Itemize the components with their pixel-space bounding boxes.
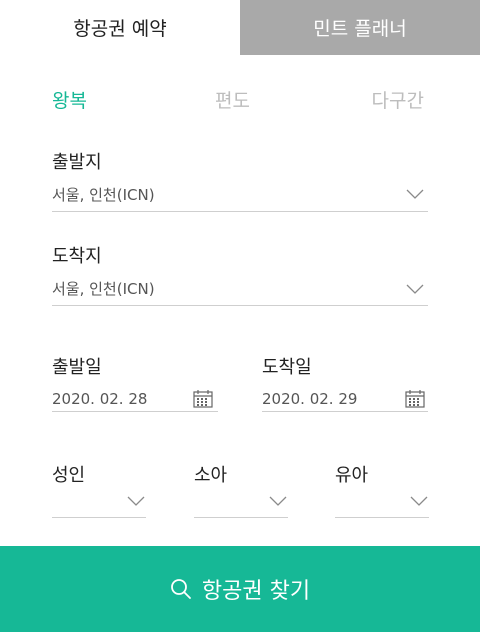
search-button-label: 항공권 찾기 [201, 579, 311, 604]
tab-flight-booking[interactable]: 항공권 예약 [0, 0, 240, 55]
chevron-down-icon[interactable] [127, 496, 145, 506]
infant-select-underline[interactable] [335, 517, 429, 518]
child-select-underline[interactable] [194, 517, 288, 518]
arrival-underline [52, 305, 428, 306]
infant-label: 유아 [335, 465, 369, 486]
calendar-icon[interactable] [405, 389, 425, 408]
departure-label: 출발지 [52, 152, 102, 173]
arrival-label: 도착지 [52, 246, 102, 267]
trip-type-multi[interactable]: 다구간 [372, 86, 424, 113]
chevron-down-icon[interactable] [406, 189, 424, 199]
chevron-down-icon[interactable] [406, 284, 424, 294]
arrive-date-underline [262, 411, 428, 412]
chevron-down-icon[interactable] [269, 496, 287, 506]
calendar-icon[interactable] [193, 389, 213, 408]
trip-type-selector: 왕복 편도 다구간 [52, 86, 424, 112]
depart-date-label: 출발일 [52, 357, 102, 378]
arrive-date-value[interactable]: 2020. 02. 29 [262, 390, 357, 408]
chevron-down-icon[interactable] [410, 496, 428, 506]
arrive-date-label: 도착일 [262, 357, 312, 378]
trip-type-oneway[interactable]: 편도 [215, 86, 250, 113]
departure-underline [52, 211, 428, 212]
adult-label: 성인 [52, 465, 86, 486]
booking-tabs: 항공권 예약 민트 플래너 [0, 0, 480, 55]
child-label: 소아 [194, 465, 228, 486]
departure-value[interactable]: 서울, 인천(ICN) [52, 184, 155, 205]
depart-date-value[interactable]: 2020. 02. 28 [52, 390, 147, 408]
search-flights-button[interactable]: 항공권 찾기 [0, 546, 480, 632]
trip-type-round[interactable]: 왕복 [52, 86, 87, 113]
arrival-value[interactable]: 서울, 인천(ICN) [52, 278, 155, 299]
search-icon [170, 579, 191, 599]
adult-select-underline[interactable] [52, 517, 146, 518]
tab-mint-planner[interactable]: 민트 플래너 [240, 0, 480, 55]
depart-date-underline [52, 411, 218, 412]
